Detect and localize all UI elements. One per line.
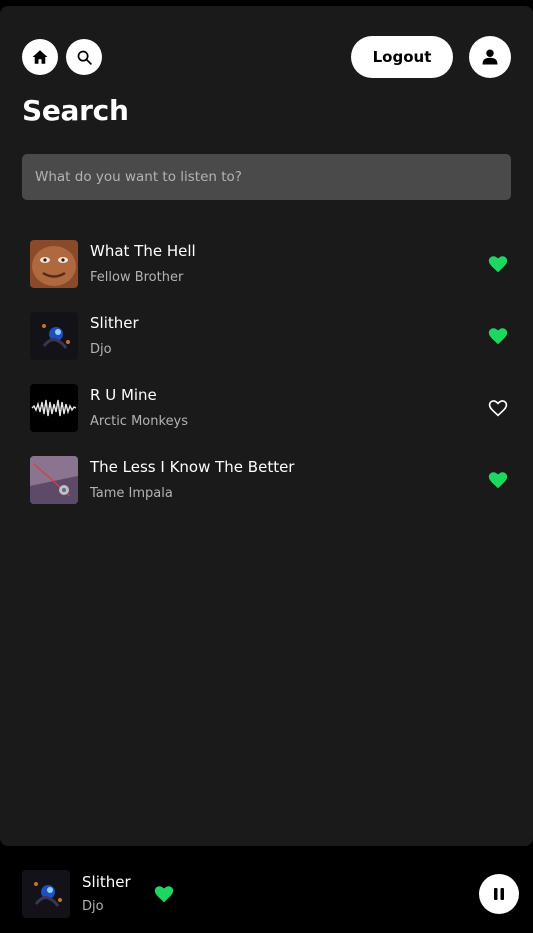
home-button[interactable] bbox=[22, 39, 58, 75]
now-playing-cover bbox=[22, 870, 70, 918]
album-cover-currents bbox=[30, 456, 78, 504]
track-row[interactable]: What The Hell Fellow Brother bbox=[0, 228, 533, 300]
album-cover-am bbox=[30, 384, 78, 432]
search-icon bbox=[77, 50, 92, 65]
track-row[interactable]: Slither Djo bbox=[0, 300, 533, 372]
search-results-list: What The Hell Fellow Brother Slither Djo bbox=[0, 228, 533, 516]
track-title: What The Hell bbox=[90, 242, 196, 260]
pause-button[interactable] bbox=[479, 874, 519, 914]
logout-button[interactable]: Logout bbox=[351, 36, 453, 78]
main-panel: Logout Search What The Hell bbox=[0, 6, 533, 846]
heart-outline-icon[interactable] bbox=[487, 397, 509, 419]
track-row[interactable]: The Less I Know The Better Tame Impala bbox=[0, 444, 533, 516]
track-artist: Tame Impala bbox=[90, 486, 173, 501]
search-field-container bbox=[22, 154, 511, 200]
track-artist: Arctic Monkeys bbox=[90, 414, 189, 429]
pause-icon bbox=[494, 888, 504, 900]
track-title: R U Mine bbox=[90, 386, 157, 404]
heart-filled-icon[interactable] bbox=[153, 883, 175, 905]
heart-filled-icon[interactable] bbox=[487, 325, 509, 347]
profile-button[interactable] bbox=[469, 36, 511, 78]
user-icon bbox=[482, 49, 498, 65]
track-artist: Djo bbox=[90, 342, 112, 357]
home-icon bbox=[32, 50, 48, 64]
page-title: Search bbox=[22, 94, 129, 127]
album-cover-what-the-hell bbox=[30, 240, 78, 288]
track-artist: Fellow Brother bbox=[90, 270, 184, 285]
track-title: Slither bbox=[90, 314, 139, 332]
search-button[interactable] bbox=[66, 39, 102, 75]
now-playing-title: Slither bbox=[82, 873, 131, 891]
heart-filled-icon[interactable] bbox=[487, 253, 509, 275]
now-playing-bar: Slither Djo bbox=[0, 846, 533, 933]
now-playing-artist: Djo bbox=[82, 899, 104, 914]
album-cover-slither bbox=[30, 312, 78, 360]
track-row[interactable]: R U Mine Arctic Monkeys bbox=[0, 372, 533, 444]
heart-filled-icon[interactable] bbox=[487, 469, 509, 491]
search-input[interactable] bbox=[22, 154, 511, 200]
track-title: The Less I Know The Better bbox=[90, 458, 295, 476]
